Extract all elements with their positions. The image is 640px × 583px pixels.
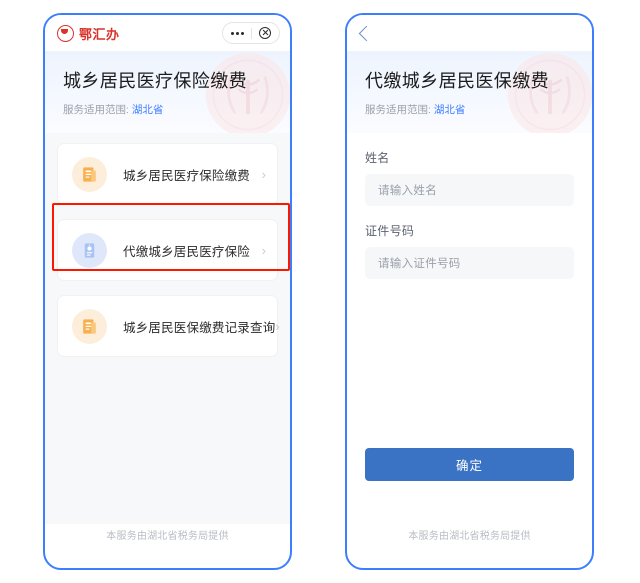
payment-form: 姓名 请输入姓名 证件号码 请输入证件号码 确定: [347, 133, 592, 535]
field-group-id-number: 证件号码 请输入证件号码: [365, 222, 574, 279]
name-input-placeholder: 请输入姓名: [378, 185, 437, 197]
right-nav-bar: [347, 15, 592, 51]
list-item[interactable]: 城乡居民医疗保险缴费 ›: [57, 143, 278, 205]
document-icon: [72, 308, 107, 344]
miniapp-capsule[interactable]: [222, 22, 280, 44]
right-scope-label: 服务适用范围:: [365, 104, 431, 116]
right-scope-value: 湖北省: [433, 104, 466, 116]
brand-logo: 鄂汇办: [57, 24, 120, 43]
id-number-input[interactable]: 请输入证件号码: [365, 247, 574, 279]
brand-name-label: 鄂汇办: [79, 26, 120, 42]
id-card-icon: [72, 232, 107, 268]
right-page-title: 代缴城乡居民医保缴费: [365, 71, 549, 91]
id-number-field-label: 证件号码: [365, 224, 415, 238]
more-dots-icon[interactable]: [230, 31, 251, 35]
left-scope-label: 服务适用范围:: [63, 104, 129, 116]
capsule-divider: [251, 27, 253, 39]
close-circle-icon[interactable]: [259, 27, 272, 39]
brand-emblem-icon: [57, 24, 74, 42]
chevron-right-icon: ›: [261, 242, 266, 258]
right-phone-panel: 代缴城乡居民医保缴费 服务适用范围: 湖北省 姓名 请输入姓名 证件号码 请输入…: [345, 13, 594, 570]
name-field-label: 姓名: [365, 151, 390, 165]
screenshot-root: 鄂汇办 城乡居民医疗保险缴费 服务适用范围: 湖北省 城乡居民医疗保险缴费 › …: [0, 0, 640, 583]
right-scope-line: 服务适用范围: 湖北省: [365, 102, 574, 117]
list-item-label: 城乡居民医保缴费记录查询: [123, 320, 276, 335]
list-item-label: 代缴城乡居民医疗保险: [123, 244, 251, 259]
chevron-right-icon: ›: [261, 166, 266, 182]
miniapp-top-bar: 鄂汇办: [45, 15, 290, 51]
confirm-button[interactable]: 确定: [365, 448, 574, 481]
left-service-list: 城乡居民医疗保险缴费 › 代缴城乡居民医疗保险 › 城乡居民医保缴费记录查询 ›: [45, 133, 290, 524]
field-group-name: 姓名 请输入姓名: [365, 149, 574, 206]
back-chevron-icon[interactable]: [358, 25, 375, 41]
chevron-right-icon: ›: [275, 318, 280, 334]
list-item-label: 城乡居民医疗保险缴费: [123, 168, 251, 183]
left-scope-line: 服务适用范围: 湖北省: [63, 102, 272, 117]
left-page-title: 城乡居民医疗保险缴费: [63, 71, 247, 91]
left-scope-value: 湖北省: [131, 104, 164, 116]
right-header: 代缴城乡居民医保缴费 服务适用范围: 湖北省: [347, 51, 592, 133]
left-phone-panel: 鄂汇办 城乡居民医疗保险缴费 服务适用范围: 湖北省 城乡居民医疗保险缴费 › …: [43, 13, 292, 570]
right-footer-text: 本服务由湖北省税务局提供: [408, 531, 531, 542]
list-item[interactable]: 代缴城乡居民医疗保险 ›: [57, 219, 278, 281]
list-item[interactable]: 城乡居民医保缴费记录查询 ›: [57, 295, 280, 357]
name-input[interactable]: 请输入姓名: [365, 174, 574, 206]
left-footer-text: 本服务由湖北省税务局提供: [106, 531, 229, 542]
id-number-input-placeholder: 请输入证件号码: [378, 258, 461, 270]
left-header: 城乡居民医疗保险缴费 服务适用范围: 湖北省: [45, 51, 290, 133]
document-icon: [72, 156, 107, 192]
